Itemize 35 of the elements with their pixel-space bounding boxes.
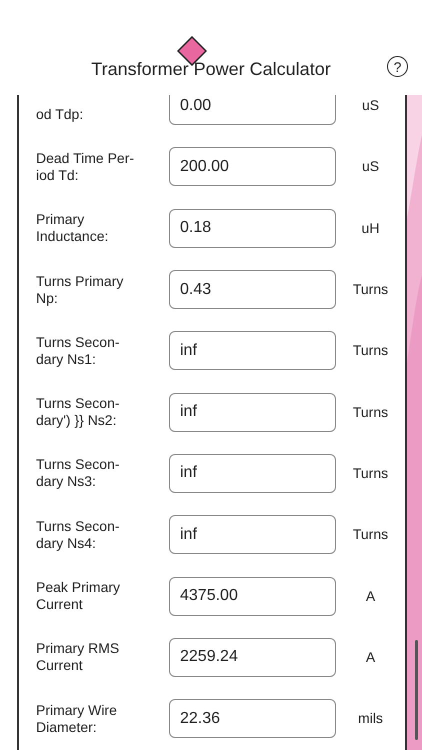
input-field[interactable]: 0.00 <box>169 95 336 126</box>
unit-label: Turns <box>352 281 388 298</box>
input-field[interactable]: 2259.24 <box>169 638 336 677</box>
field-label: Turns Secon- dary Ns1: <box>35 334 121 368</box>
field-label: od Tdp: <box>35 104 84 123</box>
input-field[interactable]: 22.36 <box>169 699 336 738</box>
screen-title: Transformer Power Calculator <box>91 59 331 79</box>
help-button[interactable]: ? <box>387 56 408 77</box>
unit-label: A <box>366 588 376 604</box>
input-field[interactable]: 0.18 <box>169 208 336 248</box>
unit-label: Turns <box>352 404 388 420</box>
field-label: Primary Inductance: <box>35 211 110 246</box>
unit-label: Turns <box>352 342 388 358</box>
input-field[interactable]: 4375.00 <box>169 576 336 616</box>
field-label: Turns Primary Np: <box>35 272 124 307</box>
unit-label: Turns <box>352 526 388 542</box>
unit-label: uH <box>362 220 380 236</box>
unit-label: mils <box>358 710 383 726</box>
field-label: Turns Secon- dary') }} Ns2: <box>35 395 121 430</box>
input-field[interactable]: 0.43 <box>169 270 336 310</box>
input-field[interactable]: inf <box>169 515 336 554</box>
input-field[interactable]: inf <box>169 454 336 493</box>
field-label: Primary Wire Diameter: <box>35 702 118 736</box>
field-label: Turns Secon- dary Ns4: <box>35 518 121 552</box>
field-label: Peak Primary Current <box>35 579 122 614</box>
field-label: Primary RMS Current <box>35 640 120 674</box>
field-label: Turns Secon- dary Ns3: <box>35 456 121 490</box>
input-field[interactable]: inf <box>169 331 336 370</box>
unit-label: A <box>366 648 376 665</box>
input-field[interactable]: 200.00 <box>169 147 336 186</box>
unit-label: Turns <box>352 464 388 481</box>
input-field[interactable]: inf <box>169 392 336 432</box>
unit-label: uS <box>362 158 380 174</box>
unit-label: uS <box>362 97 380 114</box>
field-label: Dead Time Per- iod Td: <box>35 150 136 184</box>
